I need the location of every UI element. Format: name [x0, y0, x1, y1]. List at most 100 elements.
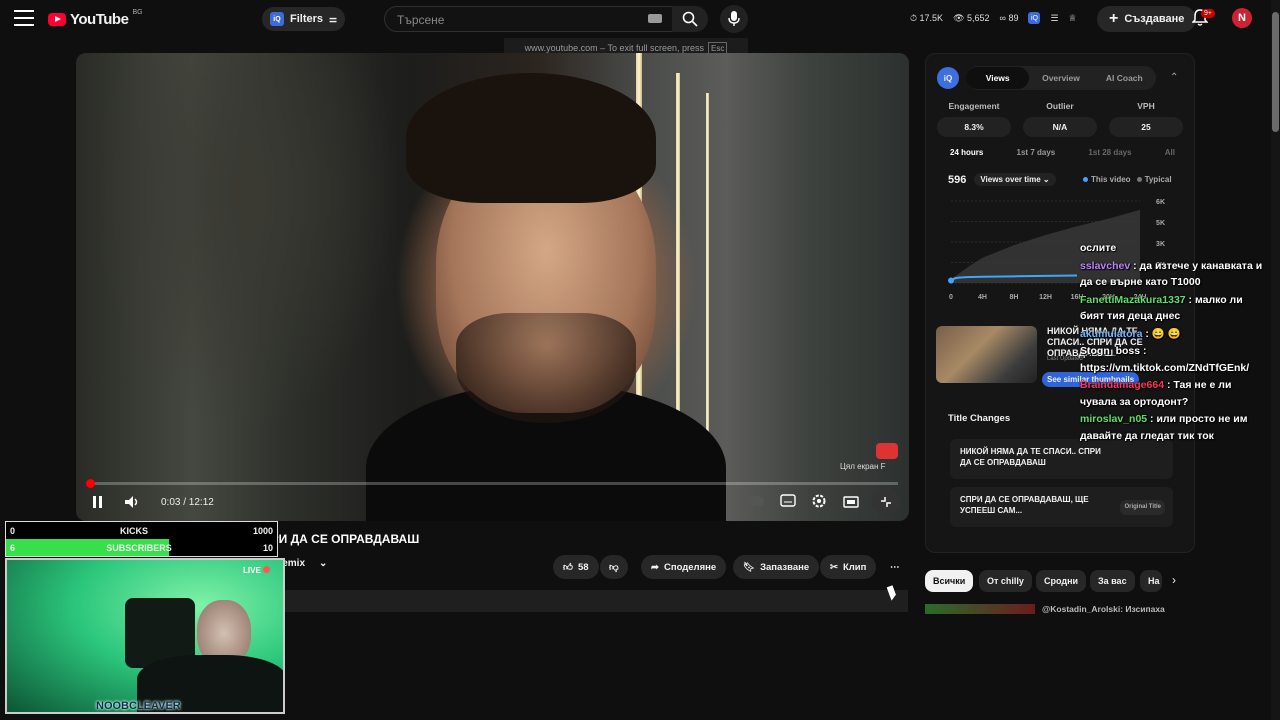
subtitles-icon[interactable] — [780, 494, 796, 512]
metric-value: 8.3% — [937, 117, 1011, 137]
chat-message: miroslav_n05 : или просто не им давайте … — [1080, 411, 1265, 444]
tab-24-hours[interactable]: 24 hours — [950, 148, 983, 157]
eye-stat: 👁 5,652 — [953, 12, 990, 23]
stream-goal-overlay: 0 KICKS 1000 6 SUBSCRIBERS 10 — [5, 521, 278, 557]
create-button[interactable]: + Създаване — [1097, 6, 1197, 32]
youtube-logo[interactable]: YouTube BG — [48, 9, 143, 29]
dislike-button[interactable]: 👎︎ — [600, 555, 628, 579]
notification-badge: 9+ — [1201, 9, 1215, 18]
more-actions-icon[interactable]: ⋯ — [884, 555, 906, 579]
share-button[interactable]: ➦ Споделяне — [641, 555, 727, 579]
bookmark-icon: 🔖︎ — [743, 561, 756, 573]
video-person-hair — [406, 73, 656, 203]
avatar[interactable]: N — [1232, 8, 1252, 28]
metric-value: N/A — [1023, 117, 1097, 137]
y-tick-label: 5K — [1156, 220, 1165, 227]
save-button[interactable]: 🔖︎ Запазване — [733, 555, 820, 579]
chat-message: sslavchev : да изтече у канавката и да с… — [1080, 258, 1265, 291]
title-change-card[interactable]: НИКОЙ НЯМА ДА ТЕ СПАСИ.. СПРИ ДА СЕ ОПРА… — [950, 439, 1173, 479]
chevron-right-icon[interactable]: › — [1172, 573, 1176, 587]
search-icon — [682, 11, 698, 27]
filters-button[interactable]: iQ Filters ⚌ — [262, 7, 346, 31]
x-tick-label: 0 — [949, 294, 953, 301]
chat-message: Braindamage664 : Тая не е ли чувала за о… — [1080, 377, 1265, 410]
plus-icon: + — [1109, 10, 1119, 27]
time-range-tabs: 24 hours 1st 7 days 1st 28 days All — [950, 148, 1175, 157]
iq-logo-icon: iQ — [937, 67, 959, 89]
list-icon[interactable]: ☰ — [1050, 13, 1058, 24]
autoplay-toggle[interactable] — [746, 496, 764, 506]
trophy-icon[interactable]: ♕ — [1069, 13, 1077, 24]
exit-fullscreen-icon[interactable] — [872, 491, 900, 513]
tab-ai-coach[interactable]: AI Coach — [1093, 73, 1156, 83]
title-changes-heading: Title Changes — [948, 413, 1011, 424]
progress-scrubber[interactable] — [86, 479, 95, 488]
chat-username: FanettiMazakura1337 — [1080, 293, 1186, 306]
views-dropdown[interactable]: Views over time ⌄ — [974, 173, 1056, 186]
collapse-icon[interactable]: ⌃ — [1170, 72, 1178, 83]
x-tick-label: 8H — [1010, 294, 1019, 301]
live-chat-overlay: ослите sslavchev : да изтече у канавката … — [1080, 240, 1265, 445]
microphone-button[interactable] — [720, 5, 748, 33]
search-button[interactable] — [672, 6, 708, 32]
chat-message: FanettiMazakura1337 : малко ли бият тия … — [1080, 292, 1265, 325]
chip-from-channel[interactable]: От chilly — [979, 570, 1032, 592]
top-bar: YouTube BG iQ Filters ⚌ Търсене ⏱ 17.5K … — [0, 0, 1280, 38]
share-icon: ➦ — [651, 561, 659, 573]
chip-more[interactable]: На — [1140, 570, 1162, 592]
tab-all[interactable]: All — [1165, 148, 1175, 157]
chart-legend: This video Typical — [1083, 175, 1172, 184]
chip-for-you[interactable]: За вас — [1090, 570, 1135, 592]
chat-message: akumulatora : 😄 😄 — [1080, 326, 1265, 343]
legend-typical: Typical — [1136, 175, 1172, 184]
metric-label: VPH — [1137, 101, 1155, 111]
keyboard-icon[interactable] — [648, 14, 662, 23]
iq-icon[interactable]: iQ — [1028, 12, 1041, 24]
settings-icon[interactable] — [811, 493, 827, 514]
x-tick-label: 4H — [978, 294, 987, 301]
video-player[interactable]: Цял екран F 0:03 / 12:12 — [76, 53, 909, 521]
scrollbar-thumb[interactable] — [1272, 12, 1279, 132]
pause-icon[interactable] — [92, 495, 104, 514]
y-tick-label: 6K — [1156, 199, 1165, 206]
chat-message: ослите — [1080, 240, 1265, 257]
like-button[interactable]: 👍︎ 58 — [553, 555, 599, 579]
x-tick-label: 12H — [1039, 294, 1052, 301]
miniplayer-icon[interactable] — [843, 495, 859, 513]
chat-username: Braindamage664 — [1080, 379, 1165, 391]
chat-username: akumulatora — [1080, 327, 1143, 340]
chat-text: : 😄 😄 — [1142, 327, 1181, 340]
volume-icon[interactable] — [124, 495, 142, 514]
sliders-icon: ⚌ — [329, 13, 338, 24]
chip-all[interactable]: Всички — [925, 570, 974, 592]
scissors-icon: ✂ — [830, 561, 838, 573]
webcam-overlay — [5, 558, 285, 714]
description-box[interactable] — [285, 590, 908, 612]
last-updated: Last Updated — [1047, 356, 1083, 362]
live-badge: LIVE — [243, 566, 270, 575]
tab-28-days[interactable]: 1st 28 days — [1088, 148, 1131, 157]
clip-button[interactable]: ✂ Клип — [820, 555, 877, 579]
tab-overview[interactable]: Overview — [1029, 73, 1092, 83]
chip-related[interactable]: Сродни — [1036, 570, 1087, 592]
progress-bar[interactable] — [88, 482, 898, 485]
similar-thumbnail[interactable] — [936, 326, 1037, 383]
this-video-point — [948, 277, 954, 284]
menu-icon[interactable] — [14, 10, 34, 26]
original-title-badge: Original Title — [1120, 500, 1165, 515]
next-video-title[interactable]: @Kostadin_Arolski: Изсипаха — [1042, 604, 1165, 614]
youtube-play-icon — [48, 12, 66, 26]
chat-text: ослите — [1080, 242, 1117, 254]
title-change-card[interactable]: СПРИ ДА СЕ ОПРАВДАВАШ, ЩЕ УСПЕЕШ САМ... … — [950, 487, 1173, 527]
kicks-goal: 0 KICKS 1000 — [10, 525, 273, 536]
fullscreen-tooltip: Цял екран F — [840, 462, 886, 471]
metric-label: Engagement — [948, 101, 1000, 111]
views-stat: ⏱ 17.5K — [910, 12, 944, 23]
iq-tabs: Views Overview AI Coach — [966, 66, 1156, 90]
link-stat: ∞ 89 — [999, 13, 1019, 23]
next-thumbnail[interactable] — [925, 604, 1035, 614]
search-input[interactable]: Търсене — [384, 6, 674, 32]
tab-7-days[interactable]: 1st 7 days — [1017, 148, 1056, 157]
tab-views[interactable]: Views — [966, 67, 1030, 89]
time-display: 0:03 / 12:12 — [161, 497, 214, 508]
